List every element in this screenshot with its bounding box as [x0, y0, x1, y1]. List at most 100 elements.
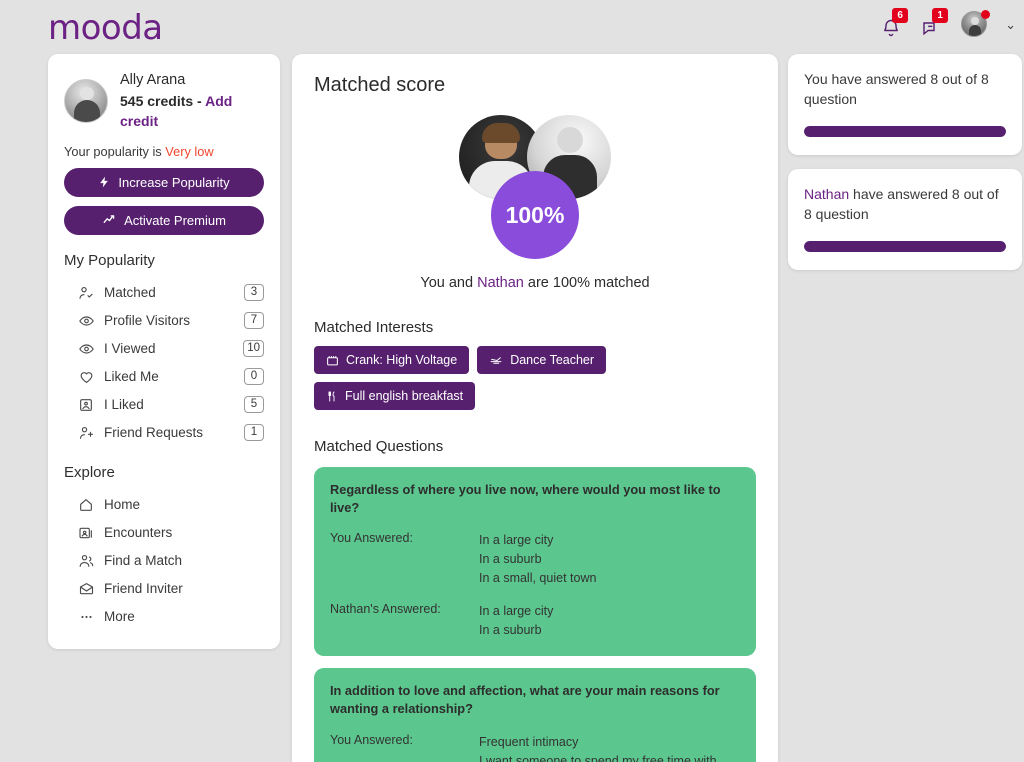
match-visual: 100%: [314, 109, 756, 269]
sidebar: Ally Arana 545 credits - Add credit Your…: [48, 54, 280, 649]
page-title: Matched score: [314, 74, 446, 96]
lightning-icon: [100, 176, 109, 188]
question-card: Regardless of where you live now, where …: [314, 467, 756, 657]
you-answered-label: You Answered:: [330, 732, 413, 747]
sidebar-item-label: Matched: [104, 285, 156, 301]
sidebar-item-label: Find a Match: [104, 553, 183, 569]
partner-progress-panel: Nathan have answered 8 out of 8 question: [788, 168, 1022, 270]
sidebar-item-count: 0: [244, 368, 264, 386]
photo-card-icon: [78, 397, 104, 413]
sidebar-item-label: Encounters: [104, 525, 173, 541]
interest-tag[interactable]: Crank: High Voltage: [314, 346, 470, 374]
app-logo[interactable]: mooda: [48, 8, 163, 48]
increase-popularity-label: Increase Popularity: [118, 174, 230, 190]
notifications-button[interactable]: 6: [881, 8, 909, 40]
popularity-section-title: My Popularity: [64, 251, 155, 269]
sidebar-item-i-liked[interactable]: I Liked 5: [64, 391, 264, 419]
sidebar-item-friend-inviter[interactable]: Friend Inviter: [64, 575, 264, 603]
your-progress-panel: You have answered 8 out of 8 question: [788, 54, 1022, 155]
sidebar-item-label: Friend Requests: [104, 425, 204, 441]
profile-credits: 545 credits - Add credit: [120, 91, 264, 132]
match-summary-prefix: You and: [420, 275, 478, 291]
answer-item: I want someone to spend my free time wit…: [479, 753, 717, 762]
partner-progress-text: Nathan have answered 8 out of 8 question: [804, 185, 1006, 225]
answer-item: In a suburb: [479, 623, 542, 638]
ellipsis-icon: [78, 609, 104, 625]
you-answers: In a large city In a suburb In a small, …: [479, 531, 596, 588]
activate-premium-label: Activate Premium: [124, 212, 226, 228]
profile-avatar[interactable]: [64, 78, 108, 123]
cutlery-icon: [328, 391, 335, 401]
partner-answers: In a large city In a suburb: [479, 602, 553, 640]
sidebar-item-label: Friend Inviter: [104, 581, 183, 597]
interest-tag[interactable]: Dance Teacher: [477, 346, 607, 374]
home-icon: [78, 497, 104, 513]
you-answered-label: You Answered:: [330, 531, 413, 546]
eye-icon: [78, 341, 104, 357]
sidebar-item-count: 3: [244, 284, 264, 302]
sidebar-item-find-a-match[interactable]: Find a Match: [64, 547, 264, 575]
match-summary-suffix: are 100% matched: [523, 275, 650, 291]
your-progress-text: You have answered 8 out of 8 question: [804, 71, 989, 107]
heart-icon: [78, 369, 104, 385]
envelope-icon: [78, 581, 104, 597]
messages-button[interactable]: 1: [921, 8, 949, 40]
people-icon: [78, 553, 104, 569]
eye-icon: [78, 313, 104, 329]
match-partner-name[interactable]: Nathan: [477, 275, 524, 291]
trending-up-icon: [103, 215, 115, 224]
partner-answered-label: Nathan's Answered:: [330, 602, 441, 617]
person-check-icon: [78, 285, 104, 301]
progress-fill: [804, 125, 1006, 137]
popularity-status-prefix: Your popularity is: [64, 143, 166, 159]
messages-badge: 1: [932, 8, 949, 23]
profile-name: Ally Arana: [120, 72, 186, 88]
activate-premium-button[interactable]: Activate Premium: [64, 205, 264, 235]
question-answer-row: Nathan's Answered: In a large city In a …: [330, 602, 740, 640]
explore-section-title: Explore: [64, 463, 115, 481]
interest-tag[interactable]: Full english breakfast: [314, 382, 476, 410]
you-answers: Frequent intimacy I want someone to spen…: [479, 733, 717, 762]
sidebar-item-label: Liked Me: [104, 369, 159, 385]
sidebar-item-friend-requests[interactable]: Friend Requests 1: [64, 419, 264, 447]
main-content: Matched score 100% You and Nathan are 10…: [292, 54, 778, 762]
partner-name-link[interactable]: Nathan: [804, 186, 849, 202]
sidebar-item-home[interactable]: Home: [64, 491, 264, 519]
question-answer-row: You Answered: In a large city In a subur…: [330, 531, 740, 588]
film-icon: [327, 355, 338, 365]
sidebar-item-more[interactable]: More: [64, 603, 264, 631]
answer-item: In a large city: [479, 533, 554, 548]
sidebar-item-count: 10: [243, 340, 264, 358]
increase-popularity-button[interactable]: Increase Popularity: [64, 167, 264, 197]
answer-item: In a small, quiet town: [479, 571, 597, 586]
popularity-level: Very low: [165, 143, 214, 159]
app-header: mooda 6 1 ⌄: [0, 0, 1024, 56]
sidebar-item-label: Profile Visitors: [104, 313, 191, 329]
question-answer-row: You Answered: Frequent intimacy I want s…: [330, 733, 740, 762]
credits-separator: -: [193, 93, 206, 110]
sidebar-item-count: 1: [244, 424, 264, 442]
answer-item: Frequent intimacy: [479, 734, 579, 749]
answer-item: In a large city: [479, 604, 554, 619]
popularity-list: Matched 3 Profile Visitors 7 I Viewed 10…: [64, 279, 264, 447]
question-text: Regardless of where you live now, where …: [330, 482, 721, 516]
matched-score-card: Matched score 100% You and Nathan are 10…: [292, 54, 778, 762]
person-plus-icon: [78, 425, 104, 441]
matched-interests-title: Matched Interests: [314, 319, 434, 336]
interest-tag-label: Dance Teacher: [510, 353, 595, 367]
your-progress-bar: [804, 125, 1006, 137]
sidebar-item-liked-me[interactable]: Liked Me 0: [64, 363, 264, 391]
explore-list: Home Encounters Find a Match Friend Invi…: [64, 491, 264, 631]
chevron-down-icon[interactable]: ⌄: [1005, 17, 1016, 33]
answer-item: In a suburb: [479, 552, 542, 567]
online-status-dot: [981, 10, 991, 19]
sidebar-item-profile-visitors[interactable]: Profile Visitors 7: [64, 307, 264, 335]
matched-questions-title: Matched Questions: [314, 438, 444, 455]
sidebar-item-i-viewed[interactable]: I Viewed 10: [64, 335, 264, 363]
sidebar-item-matched[interactable]: Matched 3: [64, 279, 264, 307]
match-summary: You and Nathan are 100% matched: [314, 275, 756, 291]
sidebar-item-label: I Liked: [104, 397, 144, 413]
sidebar-item-encounters[interactable]: Encounters: [64, 519, 264, 547]
account-avatar[interactable]: [961, 10, 991, 39]
question-card: In addition to love and affection, what …: [314, 668, 756, 762]
